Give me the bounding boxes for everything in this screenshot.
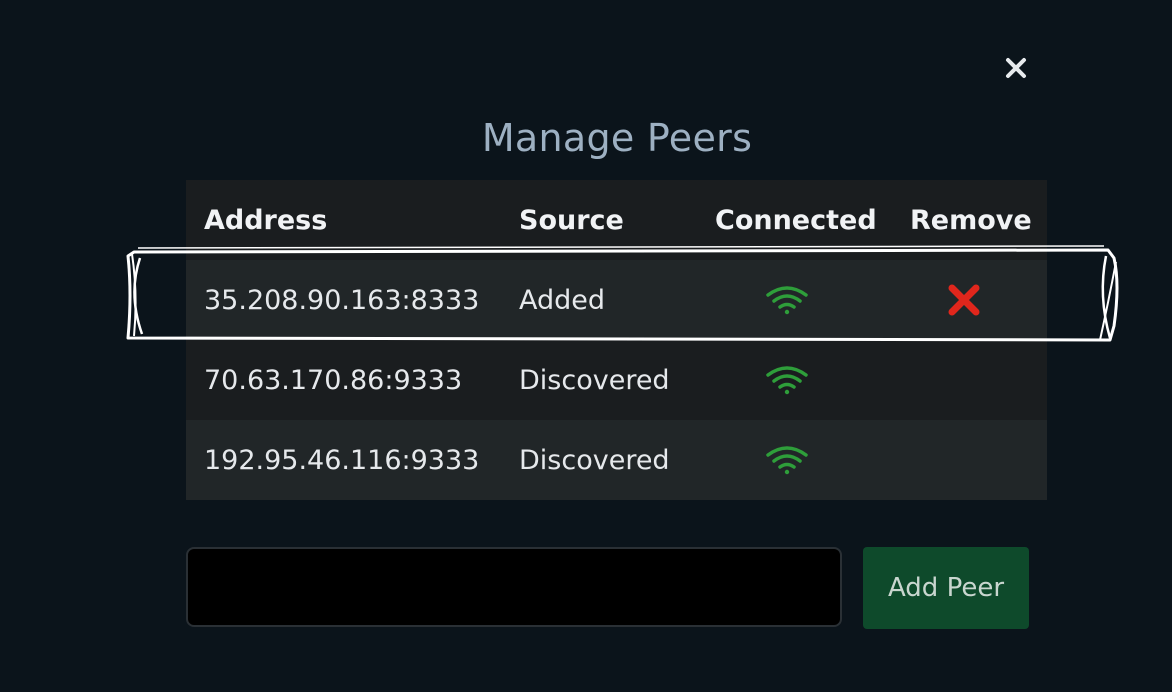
table-row: 35.208.90.163:8333 Added: [186, 260, 1047, 340]
connected-status: [764, 260, 810, 340]
table-row: 192.95.46.116:9333 Discovered: [186, 420, 1047, 500]
add-peer-button[interactable]: Add Peer: [863, 547, 1029, 629]
close-button[interactable]: [998, 50, 1034, 86]
header-address: Address: [204, 204, 328, 236]
wifi-icon: [766, 446, 808, 475]
connected-status: [764, 340, 810, 420]
peer-source: Discovered: [519, 364, 670, 396]
close-icon: [1006, 58, 1026, 78]
table-header-row: Address Source Connected Remove: [186, 180, 1047, 260]
table-row: 70.63.170.86:9333 Discovered: [186, 340, 1047, 420]
header-connected: Connected: [715, 204, 877, 236]
peer-address: 70.63.170.86:9333: [204, 364, 463, 396]
red-x-icon: [948, 284, 980, 316]
peer-source: Added: [519, 284, 606, 316]
peer-address: 192.95.46.116:9333: [204, 444, 480, 476]
manage-peers-dialog: Manage Peers Address Source Connected Re…: [0, 0, 1172, 692]
peer-address: 35.208.90.163:8333: [204, 284, 480, 316]
wifi-icon: [766, 286, 808, 315]
header-source: Source: [519, 204, 624, 236]
peer-source: Discovered: [519, 444, 670, 476]
connected-status: [764, 420, 810, 500]
dialog-title: Manage Peers: [481, 116, 753, 160]
header-remove: Remove: [910, 204, 1032, 236]
peers-table: Address Source Connected Remove 35.208.9…: [186, 180, 1047, 500]
remove-peer-button[interactable]: [944, 260, 984, 340]
wifi-icon: [766, 366, 808, 395]
peer-address-input[interactable]: [186, 547, 842, 627]
